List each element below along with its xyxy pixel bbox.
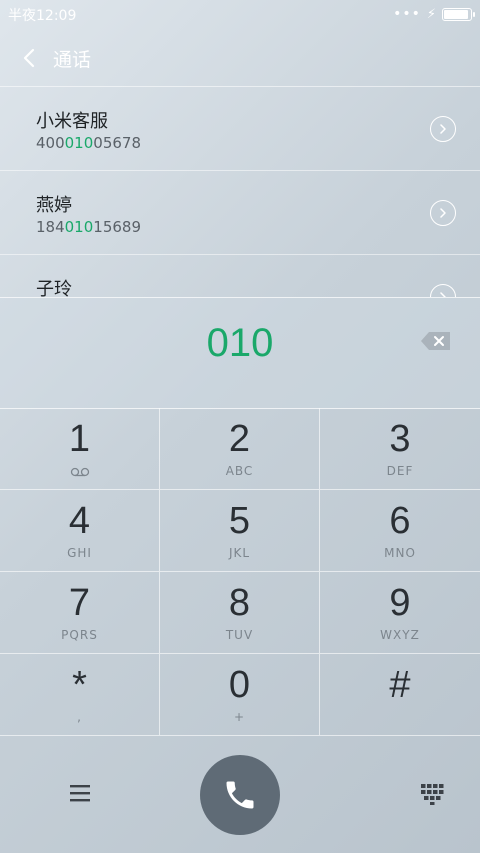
- dialed-number[interactable]: 010: [0, 321, 480, 366]
- contact-detail-button[interactable]: [430, 200, 456, 226]
- contact-number: 18401015689: [36, 218, 141, 236]
- dial-keypad: 1 2 ABC 3 DEF 4 GHI 5 JKL 6 MNO 7 PQRS 8…: [0, 408, 480, 738]
- call-button[interactable]: [200, 755, 280, 835]
- key-digit: 2: [228, 418, 251, 460]
- key-letters: ,: [77, 710, 82, 724]
- key-2[interactable]: 2 ABC: [160, 408, 320, 490]
- charging-bolt-icon: ⚡: [426, 6, 436, 22]
- number-match: 010: [64, 218, 94, 236]
- list-item[interactable]: 小米客服 40001005678: [0, 87, 480, 171]
- menu-icon[interactable]: [68, 782, 92, 804]
- backspace-icon[interactable]: [420, 331, 452, 351]
- status-icons: ••• ⚡: [393, 6, 475, 22]
- chevron-right-icon: [440, 208, 446, 218]
- key-4[interactable]: 4 GHI: [0, 490, 160, 572]
- contact-name: 子玲: [36, 279, 72, 297]
- key-digit: 6: [389, 500, 411, 542]
- list-item[interactable]: 子玲: [0, 255, 480, 297]
- number-suffix: 05678: [93, 134, 141, 152]
- key-letters: JKL: [228, 546, 251, 560]
- key-letters: +: [233, 710, 246, 724]
- number-suffix: 15689: [93, 218, 141, 236]
- contact-detail-button[interactable]: [430, 116, 456, 142]
- key-letters: GHI: [67, 546, 92, 560]
- key-letters: MNO: [384, 546, 416, 560]
- page-title: 通话: [53, 49, 92, 71]
- key-digit: 7: [68, 582, 91, 624]
- contact-name: 燕婷: [36, 195, 72, 216]
- status-bar: 半夜12:09 ••• ⚡: [0, 0, 480, 28]
- key-digit: 4: [68, 500, 91, 542]
- key-1[interactable]: 1: [0, 408, 160, 490]
- key-8[interactable]: 8 TUV: [160, 572, 320, 654]
- key-digit: 9: [389, 582, 411, 624]
- search-results-list: 小米客服 40001005678 燕婷 18401015689 子玲: [0, 87, 480, 297]
- dial-input-area: 010: [0, 297, 480, 409]
- key-digit: #: [389, 664, 411, 706]
- key-letters: TUV: [225, 628, 254, 642]
- list-item[interactable]: 燕婷 18401015689: [0, 171, 480, 255]
- key-hash[interactable]: #: [320, 654, 480, 736]
- key-7[interactable]: 7 PQRS: [0, 572, 160, 654]
- key-6[interactable]: 6 MNO: [320, 490, 480, 572]
- key-9[interactable]: 9 WXYZ: [320, 572, 480, 654]
- contact-number: 40001005678: [36, 134, 141, 152]
- key-digit: 0: [228, 664, 251, 706]
- key-star[interactable]: * ,: [0, 654, 160, 736]
- voicemail-icon: [70, 467, 90, 477]
- signal-dots-icon: •••: [393, 6, 421, 22]
- key-3[interactable]: 3 DEF: [320, 408, 480, 490]
- contact-detail-button[interactable]: [430, 284, 456, 297]
- battery-level: [444, 9, 468, 19]
- number-prefix: 400: [36, 134, 65, 152]
- status-time: 半夜12:09: [8, 8, 77, 24]
- key-digit: *: [72, 664, 87, 706]
- phone-icon: [226, 781, 254, 809]
- header: 通话: [0, 30, 480, 86]
- key-digit: 8: [228, 582, 251, 624]
- number-match: 010: [64, 134, 94, 152]
- key-letters: WXYZ: [380, 628, 420, 642]
- contact-name: 小米客服: [36, 111, 108, 132]
- bottom-bar: [0, 738, 480, 853]
- key-digit: 1: [68, 418, 91, 460]
- key-letters: PQRS: [61, 628, 98, 642]
- chevron-left-icon[interactable]: [18, 46, 42, 70]
- battery-icon: [442, 7, 475, 21]
- key-digit: 5: [228, 500, 251, 542]
- number-prefix: 184: [36, 218, 65, 236]
- key-5[interactable]: 5 JKL: [160, 490, 320, 572]
- key-letters: ABC: [225, 464, 254, 478]
- key-digit: 3: [389, 418, 411, 460]
- key-letters: DEF: [386, 464, 414, 478]
- chevron-right-icon: [440, 124, 446, 134]
- key-0[interactable]: 0 +: [160, 654, 320, 736]
- dialpad-icon[interactable]: [420, 782, 444, 806]
